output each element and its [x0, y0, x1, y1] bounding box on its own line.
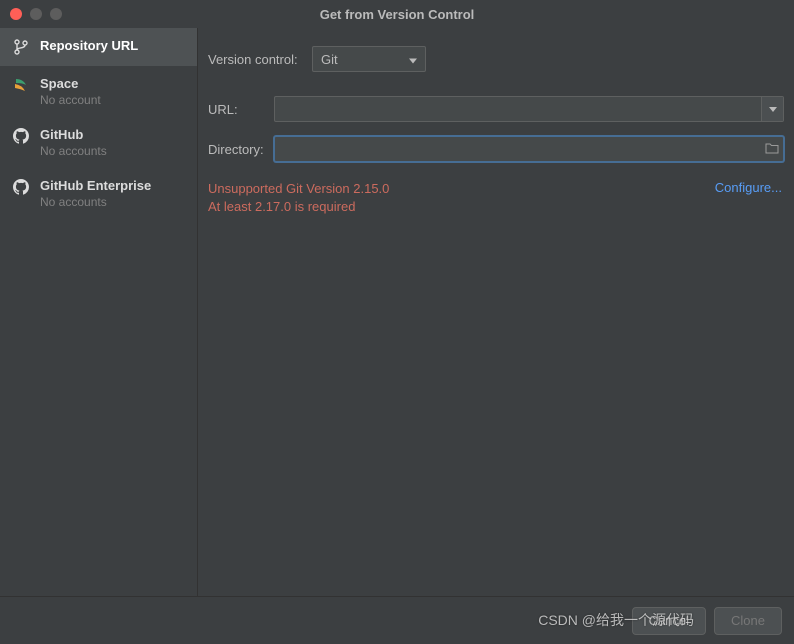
- row-directory: Directory:: [208, 136, 784, 162]
- github-icon: [12, 127, 30, 145]
- directory-label: Directory:: [208, 142, 274, 157]
- version-control-label: Version control:: [208, 52, 312, 67]
- sidebar-item-label: GitHub: [40, 127, 107, 142]
- directory-input[interactable]: [274, 136, 784, 162]
- error-line-2: At least 2.17.0 is required: [208, 198, 389, 216]
- maximize-window-button[interactable]: [50, 8, 62, 20]
- content-panel: Version control: Git URL: Directory:: [198, 28, 794, 596]
- main-area: Repository URL Space No account: [0, 28, 794, 596]
- sidebar-item-sublabel: No account: [40, 93, 101, 107]
- url-input[interactable]: [274, 96, 784, 122]
- sidebar-item-github-enterprise[interactable]: GitHub Enterprise No accounts: [0, 168, 197, 219]
- cancel-button[interactable]: Cancel: [632, 607, 706, 635]
- clone-button[interactable]: Clone: [714, 607, 782, 635]
- titlebar: Get from Version Control: [0, 0, 794, 28]
- sidebar-item-github[interactable]: GitHub No accounts: [0, 117, 197, 168]
- error-line-1: Unsupported Git Version 2.15.0: [208, 180, 389, 198]
- browse-directory-button[interactable]: [761, 137, 783, 161]
- folder-icon: [765, 142, 779, 157]
- github-icon: [12, 178, 30, 196]
- close-window-button[interactable]: [10, 8, 22, 20]
- window-title: Get from Version Control: [0, 7, 794, 22]
- chevron-down-icon: [409, 52, 417, 67]
- url-label: URL:: [208, 102, 274, 117]
- minimize-window-button[interactable]: [30, 8, 42, 20]
- sidebar-item-repository-url[interactable]: Repository URL: [0, 28, 197, 66]
- row-version-control: Version control: Git: [208, 46, 784, 72]
- error-block: Unsupported Git Version 2.15.0 At least …: [208, 176, 784, 216]
- window-controls: [0, 8, 62, 20]
- error-message: Unsupported Git Version 2.15.0 At least …: [208, 180, 389, 216]
- sidebar-item-label: Space: [40, 76, 101, 91]
- row-url: URL:: [208, 96, 784, 122]
- url-dropdown-button[interactable]: [761, 97, 783, 121]
- sidebar-item-sublabel: No accounts: [40, 144, 107, 158]
- version-control-select[interactable]: Git: [312, 46, 426, 72]
- sidebar-item-sublabel: No accounts: [40, 195, 151, 209]
- sidebar-item-space[interactable]: Space No account: [0, 66, 197, 117]
- branch-icon: [12, 38, 30, 56]
- footer: Cancel Clone: [0, 596, 794, 644]
- sidebar: Repository URL Space No account: [0, 28, 198, 596]
- space-icon: [12, 76, 30, 94]
- sidebar-item-label: GitHub Enterprise: [40, 178, 151, 193]
- version-control-value: Git: [321, 52, 338, 67]
- sidebar-item-label: Repository URL: [40, 38, 138, 53]
- configure-link[interactable]: Configure...: [715, 180, 784, 195]
